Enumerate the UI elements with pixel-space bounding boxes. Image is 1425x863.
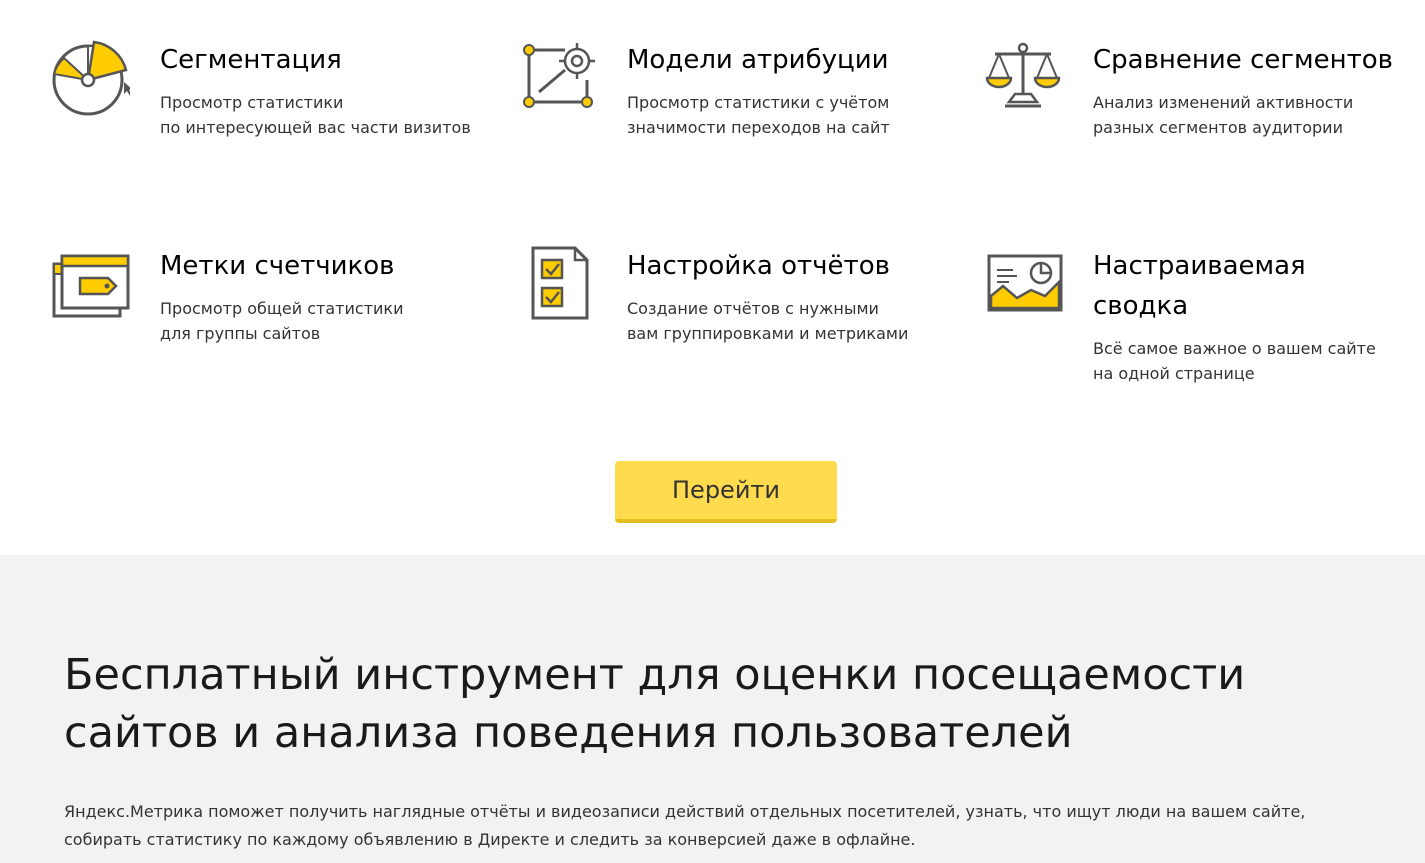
features-section: Сегментация Просмотр статистики по интер… bbox=[0, 0, 1425, 555]
feature-description-line: Создание отчётов с нужными bbox=[627, 299, 879, 318]
go-button[interactable]: Перейти bbox=[615, 461, 837, 523]
about-headline-line: сайтов и анализа поведения пользователей bbox=[64, 708, 1073, 758]
feature-description: Просмотр статистики с учётом значимости … bbox=[627, 90, 957, 140]
feature-title: Сравнение сегментов bbox=[1093, 45, 1394, 75]
attribution-target-icon bbox=[517, 40, 597, 120]
about-description: Яндекс.Метрика поможет получить наглядны… bbox=[64, 798, 1384, 854]
feature-description-line: Всё самое важное о вашем сайте bbox=[1093, 339, 1376, 358]
about-headline-line: Бесплатный инструмент для оценки посещае… bbox=[64, 650, 1246, 700]
feature-description-line: значимости переходов на сайт bbox=[627, 118, 890, 137]
feature-description: Всё самое важное о вашем сайте на одной … bbox=[1093, 336, 1423, 386]
feature-description: Просмотр статистики по интересующей вас … bbox=[160, 90, 490, 140]
feature-title: Настраиваемая сводка bbox=[1093, 251, 1306, 321]
feature-description-line: Просмотр статистики с учётом bbox=[627, 93, 890, 112]
counter-tag-icon bbox=[50, 246, 130, 326]
feature-description: Просмотр общей статистики для группы сай… bbox=[160, 296, 490, 346]
about-section: Бесплатный инструмент для оценки посещае… bbox=[0, 555, 1425, 863]
feature-description-line: разных сегментов аудитории bbox=[1093, 118, 1343, 137]
feature-title: Настройка отчётов bbox=[627, 251, 890, 281]
checklist-document-icon bbox=[517, 246, 597, 326]
about-description-line: собирать статистику по каждому объявлени… bbox=[64, 830, 916, 849]
feature-title: Модели атрибуции bbox=[627, 45, 889, 75]
feature-description-line: для группы сайтов bbox=[160, 324, 321, 343]
feature-description: Анализ изменений активности разных сегме… bbox=[1093, 90, 1423, 140]
segmentation-pie-icon bbox=[50, 40, 130, 120]
feature-title: Сегментация bbox=[160, 45, 342, 75]
feature-description-line: Просмотр статистики bbox=[160, 93, 344, 112]
feature-description: Создание отчётов с нужными вам группиров… bbox=[627, 296, 957, 346]
feature-description-line: Анализ изменений активности bbox=[1093, 93, 1354, 112]
about-description-line: Яндекс.Метрика поможет получить наглядны… bbox=[64, 802, 1306, 821]
feature-description-line: вам группировками и метриками bbox=[627, 324, 909, 343]
feature-description-line: на одной странице bbox=[1093, 364, 1255, 383]
feature-description-line: Просмотр общей статистики bbox=[160, 299, 404, 318]
feature-title: Метки счетчиков bbox=[160, 251, 395, 281]
dashboard-chart-icon bbox=[983, 246, 1063, 326]
about-headline: Бесплатный инструмент для оценки посещае… bbox=[64, 646, 1364, 762]
scales-icon bbox=[983, 40, 1063, 120]
feature-description-line: по интересующей вас части визитов bbox=[160, 118, 471, 137]
